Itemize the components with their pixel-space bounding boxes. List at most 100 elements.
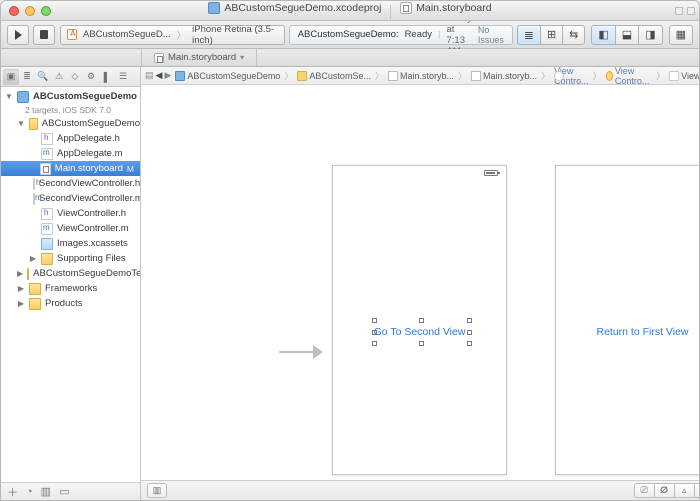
corner-button-2[interactable] <box>687 7 695 15</box>
assistant-editor-button[interactable] <box>540 25 562 45</box>
project-navigator-tab[interactable]: ▣ <box>3 69 19 85</box>
scene-icon <box>554 71 564 81</box>
scheme-app: ABCustomSegueD... <box>83 29 171 40</box>
title-filenames: ABCustomSegueDemo.xcodeproj Main.storybo… <box>1 2 699 18</box>
disclosure-triangle[interactable]: ▶ <box>29 254 37 263</box>
test-navigator-tab[interactable]: ◇ <box>67 69 83 85</box>
report-navigator-tab[interactable]: ☰ <box>115 69 131 85</box>
viewcontroller-icon <box>606 71 613 81</box>
organizer-button[interactable] <box>669 25 693 45</box>
file-row[interactable]: ▶ Products <box>1 296 140 311</box>
filter-recent-button[interactable]: ◔ <box>26 486 33 498</box>
tab-bar: Main.storyboard ▾ <box>1 49 699 67</box>
version-editor-button[interactable] <box>562 25 585 45</box>
align-button[interactable]: ⎚ <box>634 483 654 498</box>
go-to-second-view-button[interactable]: Go To Second View <box>333 326 506 338</box>
app-icon <box>67 29 77 40</box>
xcodeproj-icon <box>17 91 29 103</box>
file-row[interactable]: Main.storyboardM <box>1 161 140 176</box>
file-row[interactable]: SecondViewController.hA <box>1 176 140 191</box>
statusbar-battery-icon <box>484 170 498 176</box>
scheme-selector[interactable]: ABCustomSegueD... 〉 iPhone Retina (3.5-i… <box>60 25 284 45</box>
file-label: ViewController.m <box>57 223 129 234</box>
disclosure-triangle[interactable]: ▶ <box>17 299 25 308</box>
back-button[interactable]: ◀ <box>156 69 163 83</box>
scene-second-viewcontroller[interactable]: Return to First View Second View Control… <box>555 165 699 480</box>
navigator-tabs: ▣ ≣ 🔍 ⚠ ◇ ⚙ ▌ ☰ <box>1 67 140 87</box>
toggle-debug-area-button[interactable] <box>615 25 638 45</box>
file-row[interactable]: ViewController.h <box>1 206 140 221</box>
resolve-issues-button[interactable]: ▵ <box>674 483 694 498</box>
corner-button-1[interactable] <box>675 7 683 15</box>
storyboard-canvas[interactable]: Go To Second View ⎋ Return to First View <box>141 85 699 480</box>
toggle-navigator-button[interactable] <box>591 25 614 45</box>
file-row[interactable]: Images.xcassets <box>1 236 140 251</box>
file-row[interactable]: ▶Frameworks <box>1 281 140 296</box>
disclosure-triangle[interactable]: ▼ <box>17 119 25 128</box>
scene-view[interactable]: Return to First View <box>555 165 699 475</box>
forward-button[interactable]: ▶ <box>164 69 171 83</box>
file-row[interactable]: ▶ABCustomSegueDemoTests <box>1 266 140 281</box>
return-to-first-view-button[interactable]: Return to First View <box>556 326 699 338</box>
m-icon <box>41 223 53 235</box>
scene-view[interactable]: Go To Second View <box>332 165 507 475</box>
issue-navigator-tab[interactable]: ⚠ <box>51 69 67 85</box>
scheme-destination: iPhone Retina (3.5-inch) <box>192 24 278 46</box>
document-outline-toggle[interactable]: ▥ <box>147 483 167 498</box>
activity-view[interactable]: ABCustomSegueDemo: Ready | Today at 7:13… <box>289 25 513 45</box>
debug-navigator-tab[interactable]: ⚙ <box>83 69 99 85</box>
file-label: Products <box>45 298 83 309</box>
xcode-window: ABCustomSegueDemo.xcodeproj Main.storybo… <box>0 0 700 501</box>
filter-source-button[interactable]: ▭ <box>59 485 69 498</box>
file-row[interactable]: ▼ABCustomSegueDemo <box>1 116 140 131</box>
initial-vc-arrow[interactable] <box>279 345 323 359</box>
main-toolbar: ABCustomSegueD... 〉 iPhone Retina (3.5-i… <box>1 21 699 49</box>
find-navigator-tab[interactable]: 🔍 <box>35 69 51 85</box>
pin-button[interactable]: ⵁ <box>654 483 674 498</box>
fold-icon <box>27 268 29 280</box>
sb-icon <box>40 163 51 175</box>
folder-icon <box>297 71 307 81</box>
project-root[interactable]: ▼ ABCustomSegueDemo <box>1 89 140 104</box>
disclosure-triangle[interactable]: ▶ <box>17 284 25 293</box>
jump-base[interactable]: Main.storyb... <box>483 71 537 81</box>
jump-bar[interactable]: ▤ ◀ ▶ ABCustomSegueDemo〉 ABCustomSe...〉 … <box>141 67 699 85</box>
jump-vc[interactable]: View Contro... <box>615 67 652 86</box>
standard-editor-button[interactable] <box>517 25 540 45</box>
run-button[interactable] <box>7 25 29 45</box>
h-icon <box>41 133 53 145</box>
stop-button[interactable] <box>33 25 55 45</box>
jump-view[interactable]: View <box>681 71 699 81</box>
file-row[interactable]: ▶Supporting Files <box>1 251 140 266</box>
disclosure-triangle[interactable]: ▶ <box>17 269 23 278</box>
symbol-navigator-tab[interactable]: ≣ <box>19 69 35 85</box>
file-row[interactable]: ViewController.m <box>1 221 140 236</box>
scene-first-viewcontroller[interactable]: Go To Second View ⎋ <box>332 165 507 480</box>
project-tree[interactable]: ▼ ABCustomSegueDemo 2 targets, iOS SDK 7… <box>1 87 140 482</box>
storyboard-icon <box>400 2 412 14</box>
resizing-button[interactable]: ⊞ <box>694 483 699 498</box>
view-icon <box>669 71 679 81</box>
toggle-utilities-button[interactable] <box>638 25 662 45</box>
filter-scm-button[interactable]: ▥ <box>41 485 51 498</box>
jump-file[interactable]: Main.storyb... <box>400 71 454 81</box>
fold-icon <box>29 298 41 310</box>
tab-menu-chevron-icon[interactable]: ▾ <box>240 53 244 62</box>
jump-group[interactable]: ABCustomSe... <box>309 71 371 81</box>
file-row[interactable]: SecondViewController.mA <box>1 191 140 206</box>
file-row[interactable]: AppDelegate.h <box>1 131 140 146</box>
file-row[interactable]: AppDelegate.m <box>1 146 140 161</box>
status-state: Ready <box>405 29 432 40</box>
add-button[interactable]: ＋ <box>7 484 18 500</box>
scm-status-letter: M <box>127 164 134 174</box>
tab-main-storyboard[interactable]: Main.storyboard ▾ <box>141 49 257 66</box>
storyboard-icon <box>154 53 164 63</box>
fold-icon <box>29 118 38 130</box>
jump-project[interactable]: ABCustomSegueDemo <box>187 71 280 81</box>
breakpoint-navigator-tab[interactable]: ▌ <box>99 69 115 85</box>
editor-area: ▤ ◀ ▶ ABCustomSegueDemo〉 ABCustomSe...〉 … <box>141 67 699 500</box>
canvas-footer: ▥ ⎚ ⵁ ▵ ⊞ 🔍 = 🔎 <box>141 480 699 500</box>
related-items-button[interactable]: ▤ <box>145 69 154 83</box>
storyboard-icon <box>471 71 481 81</box>
m-icon <box>41 148 53 160</box>
